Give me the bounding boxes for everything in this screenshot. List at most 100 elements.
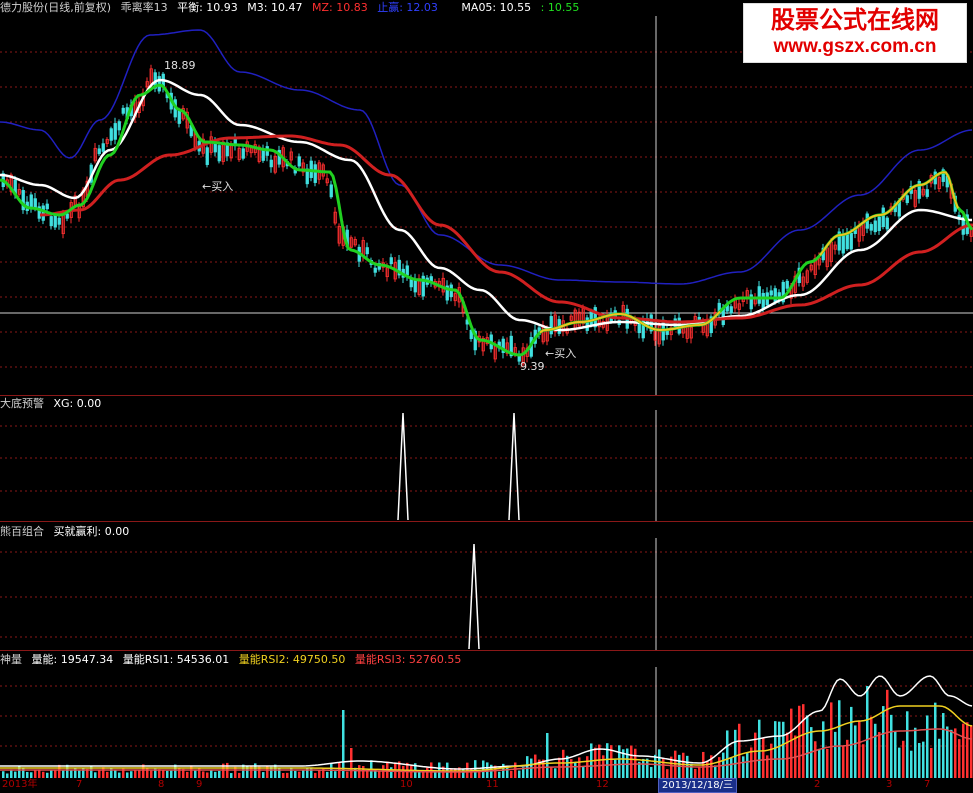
volume-bar (302, 770, 305, 778)
volume-bar (362, 765, 365, 778)
volume-bar (654, 754, 657, 778)
volume-bar (642, 758, 645, 778)
volume-bar (898, 747, 901, 778)
candle-body (757, 286, 761, 304)
volume-bar (426, 767, 429, 778)
buy-profit-value: 买就赢利: 0.00 (53, 525, 130, 538)
candle-body (101, 143, 105, 152)
volume-bar (594, 747, 597, 778)
candle-body (405, 265, 409, 276)
volume-bar (50, 769, 53, 778)
volume-bar (194, 770, 197, 778)
volume-bar (798, 705, 801, 778)
balance-value: 平衡: 10.93 (177, 1, 238, 14)
bottom-warning-panel[interactable]: 大底预警 XG: 0.00 (0, 396, 973, 521)
candle-body (45, 203, 49, 210)
volume-bar (526, 756, 529, 778)
volume-bar (918, 743, 921, 778)
volume-bar (578, 757, 581, 778)
candle-body (297, 156, 301, 167)
mz-value: MZ: 10.83 (311, 1, 368, 14)
volume-bar (806, 715, 809, 778)
candle-body (373, 267, 377, 273)
candle-body (117, 121, 121, 131)
volume-panel[interactable]: 神量 量能: 19547.34 量能RSI1: 54536.01 量能RSI2:… (0, 651, 973, 778)
axis-label: 2 (814, 779, 821, 790)
volume-bar (762, 737, 765, 778)
bottom-warning-chart[interactable] (0, 396, 973, 521)
volume-bar (870, 716, 873, 778)
volume-bar (358, 765, 361, 778)
volume-bar (954, 728, 957, 778)
volume-bar (334, 771, 337, 778)
volume-bar (906, 711, 909, 778)
volume-title: 神量 (0, 653, 22, 666)
volume-bar (922, 741, 925, 778)
volume-bar (22, 767, 25, 778)
volume-bar (602, 755, 605, 778)
rsi3-value: 量能RSI3: 52760.55 (354, 653, 462, 666)
volume-bar (834, 731, 837, 778)
candle-body (269, 159, 273, 168)
volume-bar (138, 770, 141, 778)
volume-bar (202, 771, 205, 778)
rsi1-value: 量能RSI1: 54536.01 (122, 653, 230, 666)
volume-bar (450, 768, 453, 778)
axis-label: 11 (486, 779, 499, 790)
volume-bar (518, 770, 521, 778)
volume-bar (102, 767, 105, 778)
volume-bar (114, 770, 117, 778)
volume-bar (318, 770, 321, 778)
bear-combo-panel[interactable]: 熊百组合 买就赢利: 0.00 (0, 522, 973, 650)
volume-bar (790, 708, 793, 778)
volume-bar (614, 759, 617, 778)
volume-bar (166, 770, 169, 778)
volume-bar (618, 745, 621, 778)
m3-value: M3: 10.47 (247, 1, 303, 14)
volume-bar (554, 768, 557, 778)
volume-bar (110, 767, 113, 778)
volume-header: 神量 量能: 19547.34 量能RSI1: 54536.01 量能RSI2:… (0, 652, 467, 668)
bottom-warning-title: 大底预警 (0, 397, 44, 410)
volume-bar (390, 767, 393, 778)
volume-bar (890, 714, 893, 778)
date-axis: 2013年 7 8 9 10 11 12 2013/12/18/三 2 3 7 (0, 778, 973, 793)
candle-body (329, 184, 333, 198)
axis-label: 3 (886, 779, 893, 790)
high-price-label: 18.89 (164, 59, 196, 72)
axis-label: 7 (76, 779, 83, 790)
candle-body (773, 288, 777, 303)
candle-body (881, 207, 885, 228)
candle-body (41, 205, 45, 221)
volume-bar (950, 729, 953, 778)
bottom-warning-header: 大底预警 XG: 0.00 (0, 396, 107, 412)
volume-bar (814, 741, 817, 778)
volume-bar (550, 767, 553, 778)
volume-bar (894, 731, 897, 778)
candle-body (729, 306, 733, 314)
volume-bar (734, 729, 737, 778)
candle-body (785, 280, 789, 289)
volume-bar (966, 722, 969, 778)
volume-bar (170, 770, 173, 778)
volume-bar (786, 732, 789, 778)
candle-body (769, 290, 773, 296)
bear-combo-header: 熊百组合 买就赢利: 0.00 (0, 524, 135, 540)
candle-body (849, 232, 853, 250)
volume-chart[interactable] (0, 651, 973, 778)
volume-bar (218, 770, 221, 778)
candle-body (905, 195, 909, 204)
volume-bar (210, 769, 213, 778)
volume-bar (850, 706, 853, 778)
candle-body (49, 216, 53, 227)
bear-combo-chart[interactable] (0, 522, 973, 650)
volume-bar (134, 769, 137, 778)
stop-value: 止赢: 12.03 (377, 1, 438, 14)
candle-body (869, 224, 873, 231)
candle-body (589, 310, 593, 326)
ratio-label: 乖离率13 (120, 1, 168, 14)
candle-body (177, 109, 181, 124)
rsi2-value: 量能RSI2: 49750.50 (238, 653, 346, 666)
trend-line-green (0, 83, 973, 357)
candle-body (885, 217, 889, 230)
